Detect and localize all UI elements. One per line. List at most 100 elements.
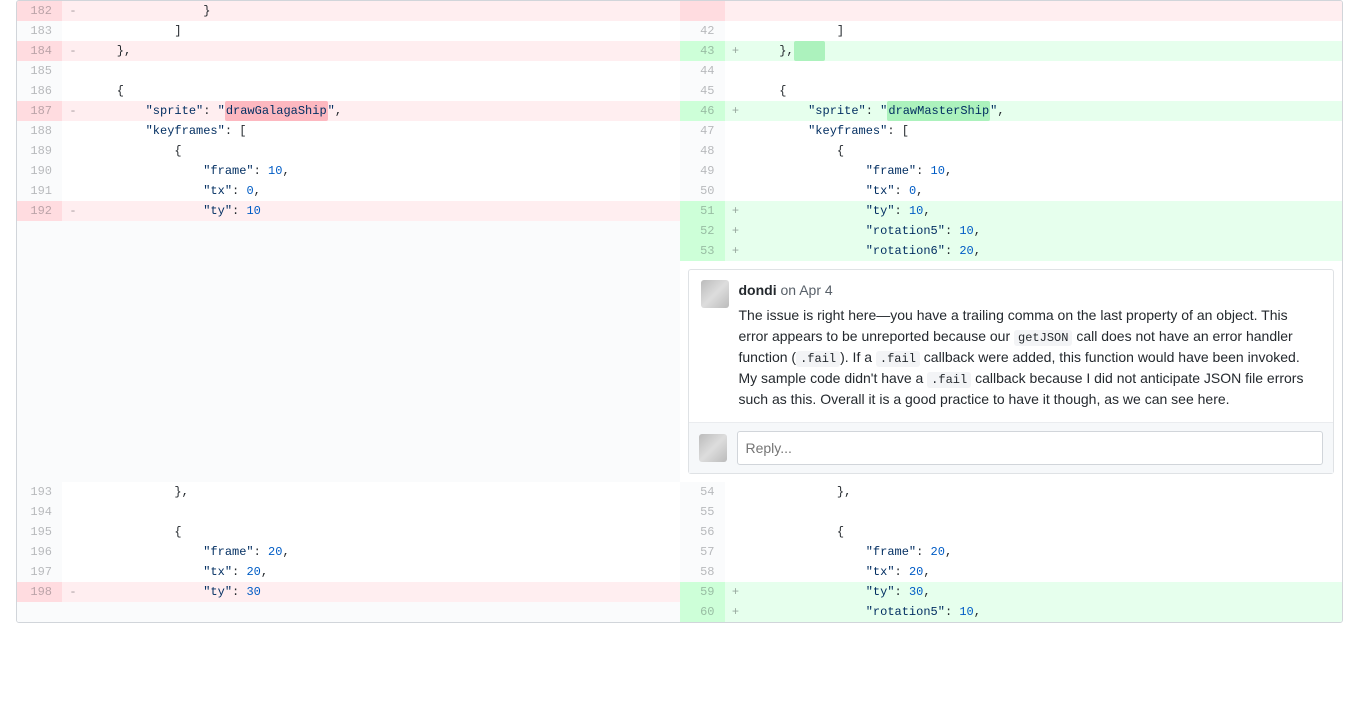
line-number-left[interactable]: 185 [17, 61, 62, 81]
line-number-left[interactable]: 198 [17, 582, 62, 602]
line-number-left[interactable]: 197 [17, 562, 62, 582]
diff-line[interactable]: 187- "sprite": "drawGalagaShip",46+ "spr… [17, 101, 1342, 121]
diff-sign [725, 21, 747, 41]
code-left: }, [84, 41, 680, 61]
code-right: "sprite": "drawMasterShip", [747, 101, 1343, 121]
diff-sign: + [725, 582, 747, 602]
diff-line[interactable]: 189 {48 { [17, 141, 1342, 161]
line-number-right[interactable]: 46 [680, 101, 725, 121]
diff-sign [725, 522, 747, 542]
line-number-left[interactable]: 194 [17, 502, 62, 522]
diff-line[interactable]: 186 {45 { [17, 81, 1342, 101]
line-number-left[interactable]: 189 [17, 141, 62, 161]
line-number-left[interactable]: 187 [17, 101, 62, 121]
line-number-left[interactable]: 186 [17, 81, 62, 101]
line-number-right[interactable]: 56 [680, 522, 725, 542]
line-number-left[interactable]: 183 [17, 21, 62, 41]
line-number-left[interactable]: 188 [17, 121, 62, 141]
diff-line[interactable]: 188 "keyframes": [47 "keyframes": [ [17, 121, 1342, 141]
diff-line[interactable]: 190 "frame": 10,49 "frame": 10, [17, 161, 1342, 181]
line-number-right[interactable]: 57 [680, 542, 725, 562]
line-number-right[interactable]: 47 [680, 121, 725, 141]
diff-line[interactable]: 192- "ty": 1051+ "ty": 10, [17, 201, 1342, 221]
diff-sign: - [62, 101, 84, 121]
code-left: "ty": 30 [84, 582, 680, 602]
line-number-left[interactable]: 192 [17, 201, 62, 221]
diff-line[interactable]: 196 "frame": 20,57 "frame": 20, [17, 542, 1342, 562]
diff-sign [725, 141, 747, 161]
line-number-right[interactable]: 52 [680, 221, 725, 241]
diff-line[interactable]: 191 "tx": 0,50 "tx": 0, [17, 181, 1342, 201]
code-left: } [84, 1, 680, 21]
code-left: { [84, 81, 680, 101]
line-number-right[interactable]: 48 [680, 141, 725, 161]
line-number-left[interactable]: 191 [17, 181, 62, 201]
diff-sign: + [725, 221, 747, 241]
line-number-right[interactable]: 60 [680, 602, 725, 622]
line-number-right[interactable]: 51 [680, 201, 725, 221]
diff-sign [725, 482, 747, 502]
diff-sign [62, 141, 84, 161]
diff-line[interactable]: 198- "ty": 3059+ "ty": 30, [17, 582, 1342, 602]
diff-sign [62, 121, 84, 141]
diff-sign: - [62, 41, 84, 61]
diff-line[interactable]: 193 },54 }, [17, 482, 1342, 502]
diff-sign [62, 161, 84, 181]
line-number-right[interactable]: 45 [680, 81, 725, 101]
code-left: "sprite": "drawGalagaShip", [84, 101, 680, 121]
line-number-right[interactable]: 58 [680, 562, 725, 582]
reply-input[interactable] [737, 431, 1324, 465]
diff-line[interactable]: 184- },43+ }, [17, 41, 1342, 61]
diff-line[interactable]: 183 ]42 ] [17, 21, 1342, 41]
diff-table: 182- }183 ]42 ]184- },43+ }, 185 44 186 … [17, 1, 1342, 622]
line-number-right[interactable]: 54 [680, 482, 725, 502]
diff-sign: - [62, 1, 84, 21]
line-number-right[interactable]: 55 [680, 502, 725, 522]
diff-sign: + [725, 201, 747, 221]
code-right: "keyframes": [ [747, 121, 1343, 141]
diff-line[interactable]: 185 44 [17, 61, 1342, 81]
code-right: "frame": 20, [747, 542, 1343, 562]
line-number-left[interactable]: 190 [17, 161, 62, 181]
comment-timestamp: on Apr 4 [781, 282, 833, 298]
diff-line[interactable]: 195 {56 { [17, 522, 1342, 542]
diff-line[interactable]: 197 "tx": 20,58 "tx": 20, [17, 562, 1342, 582]
comment-text: The issue is right here—you have a trail… [739, 305, 1322, 410]
line-number-right[interactable]: 53 [680, 241, 725, 261]
line-number-left[interactable]: 193 [17, 482, 62, 502]
diff-sign [725, 562, 747, 582]
avatar[interactable] [701, 280, 729, 308]
code-left: "keyframes": [ [84, 121, 680, 141]
diff-sign: + [725, 602, 747, 622]
diff-container: 182- }183 ]42 ]184- },43+ }, 185 44 186 … [16, 0, 1343, 623]
diff-line[interactable]: 60+ "rotation5": 10, [17, 602, 1342, 622]
line-number-right[interactable]: 42 [680, 21, 725, 41]
diff-line[interactable]: 52+ "rotation5": 10, [17, 221, 1342, 241]
line-number-right[interactable]: 43 [680, 41, 725, 61]
line-number-left[interactable]: 182 [17, 1, 62, 21]
line-number-right[interactable]: 50 [680, 181, 725, 201]
diff-sign [725, 181, 747, 201]
line-number-right[interactable]: 44 [680, 61, 725, 81]
code-right: ] [747, 21, 1343, 41]
code-left: { [84, 141, 680, 161]
diff-sign: + [725, 41, 747, 61]
diff-line[interactable]: 53+ "rotation6": 20, [17, 241, 1342, 261]
line-number-right[interactable]: 49 [680, 161, 725, 181]
code-right [747, 61, 1343, 81]
diff-line[interactable]: 194 55 [17, 502, 1342, 522]
line-number-left[interactable]: 195 [17, 522, 62, 542]
diff-sign [62, 522, 84, 542]
code-left: "ty": 10 [84, 201, 680, 221]
diff-line[interactable]: 182- } [17, 1, 1342, 21]
diff-sign [62, 81, 84, 101]
line-number-left[interactable]: 184 [17, 41, 62, 61]
line-number-right[interactable]: 59 [680, 582, 725, 602]
inline-comment-row: dondi on Apr 4 The issue is right here—y… [17, 261, 1342, 482]
line-number-left[interactable]: 196 [17, 542, 62, 562]
code-right: }, [747, 41, 1343, 61]
comment-author[interactable]: dondi [739, 282, 777, 298]
inline-code: .fail [876, 351, 920, 367]
diff-sign [725, 542, 747, 562]
avatar[interactable] [699, 434, 727, 462]
